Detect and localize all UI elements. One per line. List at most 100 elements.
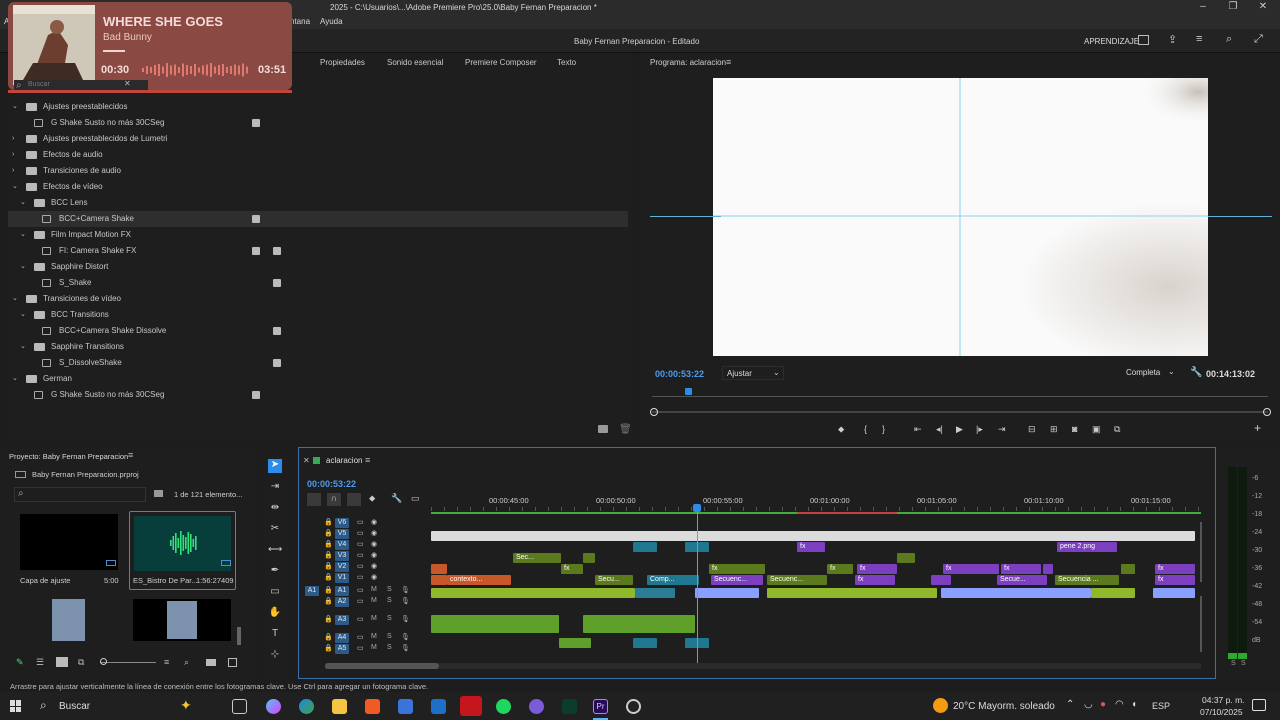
tray-chevron-icon[interactable]: ⌃: [1066, 699, 1074, 710]
playhead-handle[interactable]: [693, 504, 701, 512]
timeline-clip[interactable]: fx: [943, 564, 999, 574]
toggle-output-icon[interactable]: ▭: [357, 644, 364, 652]
timeline-clip[interactable]: [931, 575, 951, 585]
lock-icon[interactable]: 🔒: [324, 551, 333, 559]
timeline-clip[interactable]: fx: [857, 564, 897, 574]
timeline-clip[interactable]: fx: [855, 575, 895, 585]
edge-icon[interactable]: [299, 699, 314, 714]
minimize-button[interactable]: –: [1188, 1, 1218, 15]
new-bin-icon[interactable]: [206, 659, 216, 666]
mute-button[interactable]: M: [371, 586, 377, 593]
eye-icon[interactable]: ◉: [371, 518, 377, 526]
audio-clip[interactable]: [431, 588, 635, 598]
taskbar-search[interactable]: Buscar: [59, 701, 90, 712]
toggle-output-icon[interactable]: ▭: [357, 540, 364, 548]
lock-icon[interactable]: 🔒: [324, 615, 333, 623]
project-thumb-selected[interactable]: ES_Bistro De Par... 1:56:27409: [129, 511, 236, 590]
solo-button[interactable]: S: [387, 597, 392, 604]
close-button[interactable]: ✕: [1248, 1, 1278, 15]
tab-premiere-composer[interactable]: Premiere Composer: [465, 58, 537, 67]
effects-tree-item[interactable]: ⌄ Transiciones de vídeo: [8, 291, 628, 307]
workspace-label[interactable]: APRENDIZAJE: [1084, 37, 1139, 46]
panel-icon[interactable]: [1138, 35, 1149, 45]
chevron-right-icon[interactable]: ›: [12, 163, 20, 179]
effects-tree-item[interactable]: FI: Camera Shake FX: [8, 243, 628, 259]
timeline-clip[interactable]: Secu...: [595, 575, 633, 585]
share-icon[interactable]: ⇪: [1168, 33, 1177, 46]
solo-right[interactable]: S: [1241, 660, 1246, 667]
tab-sonido-esencial[interactable]: Sonido esencial: [387, 58, 443, 67]
lift-icon[interactable]: ⊟: [1028, 424, 1036, 435]
audio-track-header[interactable]: 🔒 A5 ▭ M S 🎙: [299, 644, 429, 655]
chevron-right-icon[interactable]: ›: [12, 131, 20, 147]
lock-icon[interactable]: 🔒: [324, 540, 333, 548]
toggle-output-icon[interactable]: ▭: [357, 562, 364, 570]
slip-tool-icon[interactable]: ⟷: [268, 544, 282, 558]
sequence-menu-icon[interactable]: ≡: [365, 455, 370, 465]
solo-button[interactable]: S: [387, 633, 392, 640]
mark-out-icon[interactable]: }: [882, 424, 885, 434]
audio-clip[interactable]: [633, 638, 657, 648]
weather-text[interactable]: 20°C Mayorm. soleado: [953, 701, 1055, 712]
toggle-output-icon[interactable]: ▭: [357, 633, 364, 641]
project-menu-icon[interactable]: ≡: [128, 450, 133, 460]
track-select-tool-icon[interactable]: ⇥: [268, 481, 282, 495]
effects-tree-item[interactable]: ⌄ Sapphire Distort: [8, 259, 628, 275]
copilot-sparkle-icon[interactable]: ✦: [180, 697, 192, 714]
brave-icon[interactable]: [365, 699, 380, 714]
bin-view-icon[interactable]: [154, 490, 163, 497]
clock-time[interactable]: 04:37 p. m.: [1202, 695, 1245, 705]
timeline-h-scroll-thumb[interactable]: [325, 663, 439, 669]
obs-icon[interactable]: [626, 699, 641, 714]
source-patch[interactable]: A1: [305, 586, 319, 596]
maximize-button[interactable]: ❐: [1218, 1, 1248, 15]
timeline-clip[interactable]: fx: [561, 564, 583, 574]
effects-tree-item[interactable]: ⌄ Sapphire Transitions: [8, 339, 628, 355]
tab-propiedades[interactable]: Propiedades: [320, 58, 365, 67]
audio-clip[interactable]: [583, 615, 695, 633]
effects-tree-item[interactable]: S_DissolveShake: [8, 355, 628, 371]
timeline-clip[interactable]: [431, 564, 447, 574]
premiere-icon[interactable]: Pr: [593, 699, 608, 714]
audio-track-header[interactable]: 🔒 A3 ▭ M S 🎙: [299, 615, 429, 626]
toggle-output-icon[interactable]: ▭: [357, 551, 364, 559]
video-track-scroll[interactable]: [1200, 522, 1202, 582]
timeline-timecode[interactable]: 00:00:53:22: [307, 479, 356, 489]
project-scrollbar[interactable]: [237, 627, 241, 645]
chevron-down-icon[interactable]: ⌄: [20, 195, 28, 211]
timeline-clip[interactable]: [633, 542, 657, 552]
audio-clip[interactable]: [941, 588, 1091, 598]
chevron-down-icon[interactable]: ⌄: [12, 179, 20, 195]
freeform-view-icon[interactable]: ⧉: [78, 657, 84, 668]
mic-icon[interactable]: 🎙: [401, 586, 410, 594]
outlook-icon[interactable]: [431, 699, 446, 714]
audio-track-header[interactable]: 🔒 A2 ▭ M S 🎙: [299, 597, 429, 608]
lock-icon[interactable]: 🔒: [324, 529, 333, 537]
audio-track-header[interactable]: A1 🔒 A1 ▭ M S 🎙: [299, 586, 429, 597]
effects-tree-item[interactable]: ⌄ BCC Lens: [8, 195, 628, 211]
toggle-output-icon[interactable]: ▭: [357, 518, 364, 526]
effects-tree-item[interactable]: › Efectos de audio: [8, 147, 628, 163]
new-folder-icon[interactable]: [598, 425, 608, 433]
timeline-clip[interactable]: Sec...: [513, 553, 561, 563]
zoom-handle-left[interactable]: [650, 408, 658, 416]
play-icon[interactable]: ▶: [956, 424, 963, 435]
chevron-down-icon[interactable]: ⌄: [12, 371, 20, 387]
mic-icon[interactable]: 🎙: [401, 644, 410, 652]
audio-clip[interactable]: [1153, 588, 1195, 598]
effects-tree-item[interactable]: ⌄ German: [8, 371, 628, 387]
zoom-icon[interactable]: ⌕: [1226, 33, 1232, 46]
fullscreen-icon[interactable]: ⤢: [1254, 33, 1263, 46]
chevron-down-icon[interactable]: ⌄: [12, 99, 20, 115]
icon-view-icon[interactable]: [56, 657, 68, 667]
toggle-output-icon[interactable]: ▭: [357, 615, 364, 623]
timeline-clip[interactable]: fx: [1001, 564, 1041, 574]
audio-track-header[interactable]: 🔒 A4 ▭ M S 🎙: [299, 633, 429, 644]
lock-icon[interactable]: 🔒: [324, 644, 333, 652]
quality-dropdown[interactable]: Completa ⌄: [1122, 366, 1180, 380]
video-track-header[interactable]: 🔒 V4 ▭ ◉: [299, 540, 429, 551]
program-playhead[interactable]: [685, 388, 692, 395]
captions-icon[interactable]: ▭: [411, 493, 420, 504]
mute-button[interactable]: M: [371, 597, 377, 604]
track-name[interactable]: V2: [335, 562, 349, 572]
